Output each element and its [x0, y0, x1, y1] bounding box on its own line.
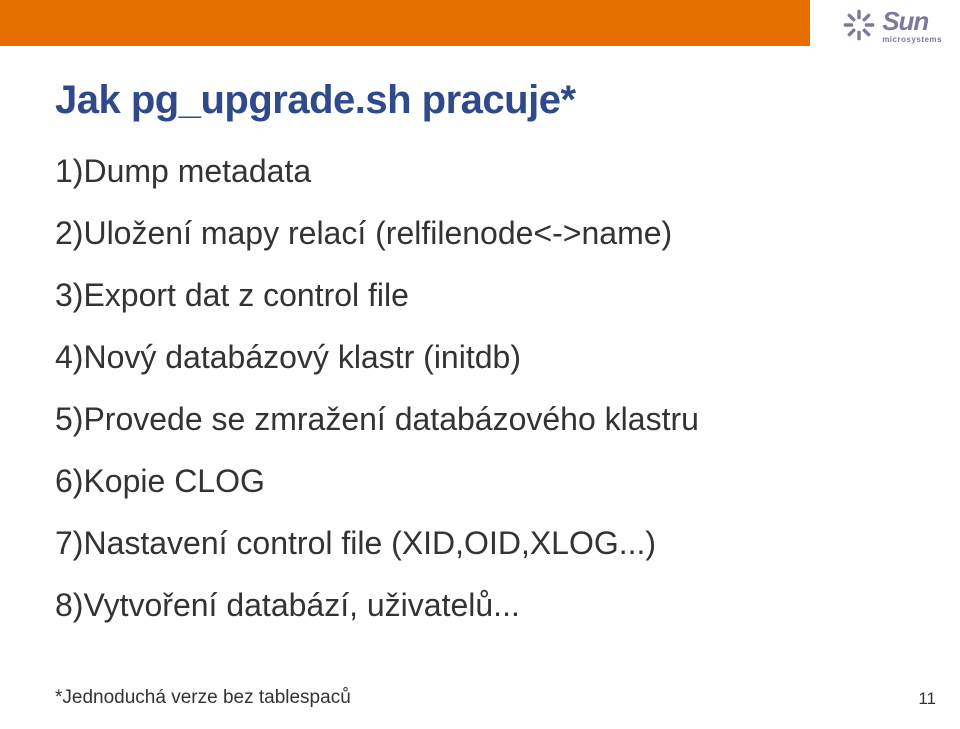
logo-brand: Sun [882, 8, 942, 34]
footnote: *Jednoduchá verze bez tablespaců [55, 687, 351, 709]
list-item: 1)Dump metadata [55, 151, 915, 191]
sun-logo-text: Sun microsystems [882, 8, 942, 44]
list-item: 6)Kopie CLOG [55, 461, 915, 501]
list-item: 4)Nový databázový klastr (initdb) [55, 337, 915, 377]
list-item: 7)Nastavení control file (XID,OID,XLOG..… [55, 523, 915, 563]
list: 1)Dump metadata 2)Uložení mapy relací (r… [55, 151, 915, 625]
list-item: 3)Export dat z control file [55, 275, 915, 315]
header-bar [0, 0, 810, 46]
sun-logo-icon [842, 8, 876, 42]
list-item: 8)Vytvoření databází, uživatelů... [55, 585, 915, 625]
list-item: 5)Provede se zmražení databázového klast… [55, 399, 915, 439]
list-item: 2)Uložení mapy relací (relfilenode<->nam… [55, 213, 915, 253]
content: Jak pg_upgrade.sh pracuje* 1)Dump metada… [55, 78, 915, 625]
sun-logo: Sun microsystems [842, 8, 942, 44]
slide-title: Jak pg_upgrade.sh pracuje* [55, 78, 915, 123]
logo-sub: microsystems [882, 36, 942, 44]
slide: Sun microsystems Jak pg_upgrade.sh pracu… [0, 0, 960, 729]
page-number: 11 [918, 689, 936, 709]
